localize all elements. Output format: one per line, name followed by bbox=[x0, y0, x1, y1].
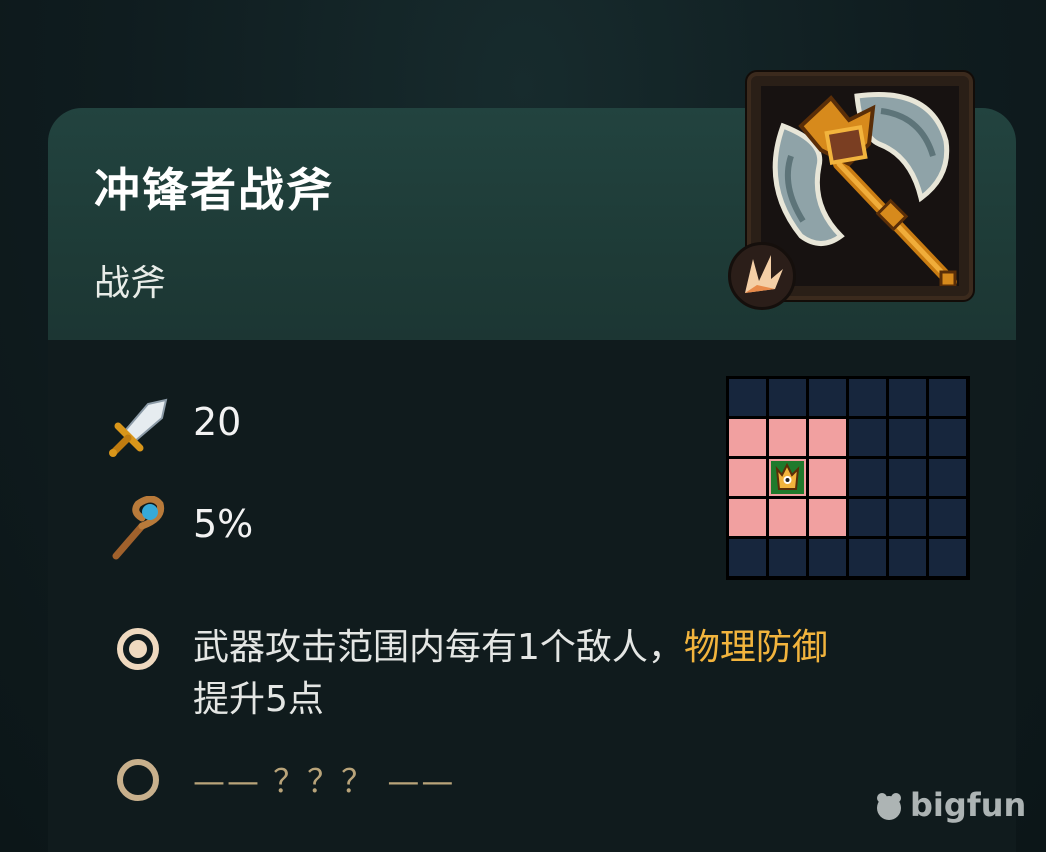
range-cell bbox=[769, 379, 806, 416]
effect-highlight: 物理防御 bbox=[683, 627, 828, 668]
range-cell bbox=[849, 379, 886, 416]
magic-value: 5% bbox=[193, 502, 254, 546]
range-cell-highlighted bbox=[809, 499, 846, 536]
watermark: bigfun bbox=[872, 786, 1026, 824]
watermark-text: bigfun bbox=[910, 786, 1027, 824]
range-cell bbox=[929, 459, 966, 496]
range-cell-highlighted bbox=[729, 419, 766, 456]
range-cell-highlighted bbox=[809, 419, 846, 456]
range-cell-highlighted bbox=[729, 499, 766, 536]
range-cell bbox=[849, 539, 886, 576]
range-cell bbox=[929, 539, 966, 576]
range-cell bbox=[889, 539, 926, 576]
range-cell bbox=[889, 379, 926, 416]
range-cell-highlighted bbox=[769, 499, 806, 536]
range-cell bbox=[929, 419, 966, 456]
range-cell bbox=[809, 379, 846, 416]
range-cell-highlighted bbox=[769, 419, 806, 456]
item-type: 战斧 bbox=[94, 263, 167, 304]
range-cell bbox=[729, 379, 766, 416]
range-cell bbox=[769, 539, 806, 576]
effect-text-after: 提升5点 bbox=[193, 679, 324, 720]
attack-range-grid bbox=[726, 376, 970, 580]
range-cell bbox=[849, 459, 886, 496]
range-cell bbox=[889, 419, 926, 456]
range-cell-origin bbox=[769, 459, 806, 496]
range-cell-highlighted bbox=[809, 459, 846, 496]
range-cell-highlighted bbox=[729, 459, 766, 496]
effect-description: 武器攻击范围内每有1个敌人，物理防御提升5点 bbox=[193, 622, 973, 726]
attack-value: 20 bbox=[193, 400, 242, 444]
unlocked-ring-icon bbox=[117, 628, 159, 670]
hero-marker-icon bbox=[771, 461, 804, 494]
range-cell bbox=[889, 499, 926, 536]
bigfun-logo-icon bbox=[877, 793, 901, 820]
range-cell bbox=[729, 539, 766, 576]
item-name: 冲锋者战斧 bbox=[94, 163, 334, 217]
range-cell bbox=[929, 499, 966, 536]
range-cell bbox=[809, 539, 846, 576]
range-cell bbox=[929, 379, 966, 416]
range-cell bbox=[889, 459, 926, 496]
skill-badge bbox=[728, 242, 796, 310]
sword-icon bbox=[109, 398, 168, 457]
game-screen: 冲锋者战斧 战斧 20 5% 武器攻击范围内每有1个敌人，物理防御 提升5点 —… bbox=[0, 0, 1046, 852]
locked-ring-icon bbox=[117, 759, 159, 801]
locked-effect-text: —— ？？？ —— bbox=[193, 762, 456, 800]
range-cell bbox=[849, 419, 886, 456]
burst-icon bbox=[745, 255, 783, 293]
range-cell bbox=[849, 499, 886, 536]
staff-icon bbox=[112, 496, 165, 560]
effect-text-before: 武器攻击范围内每有1个敌人， bbox=[193, 627, 684, 668]
